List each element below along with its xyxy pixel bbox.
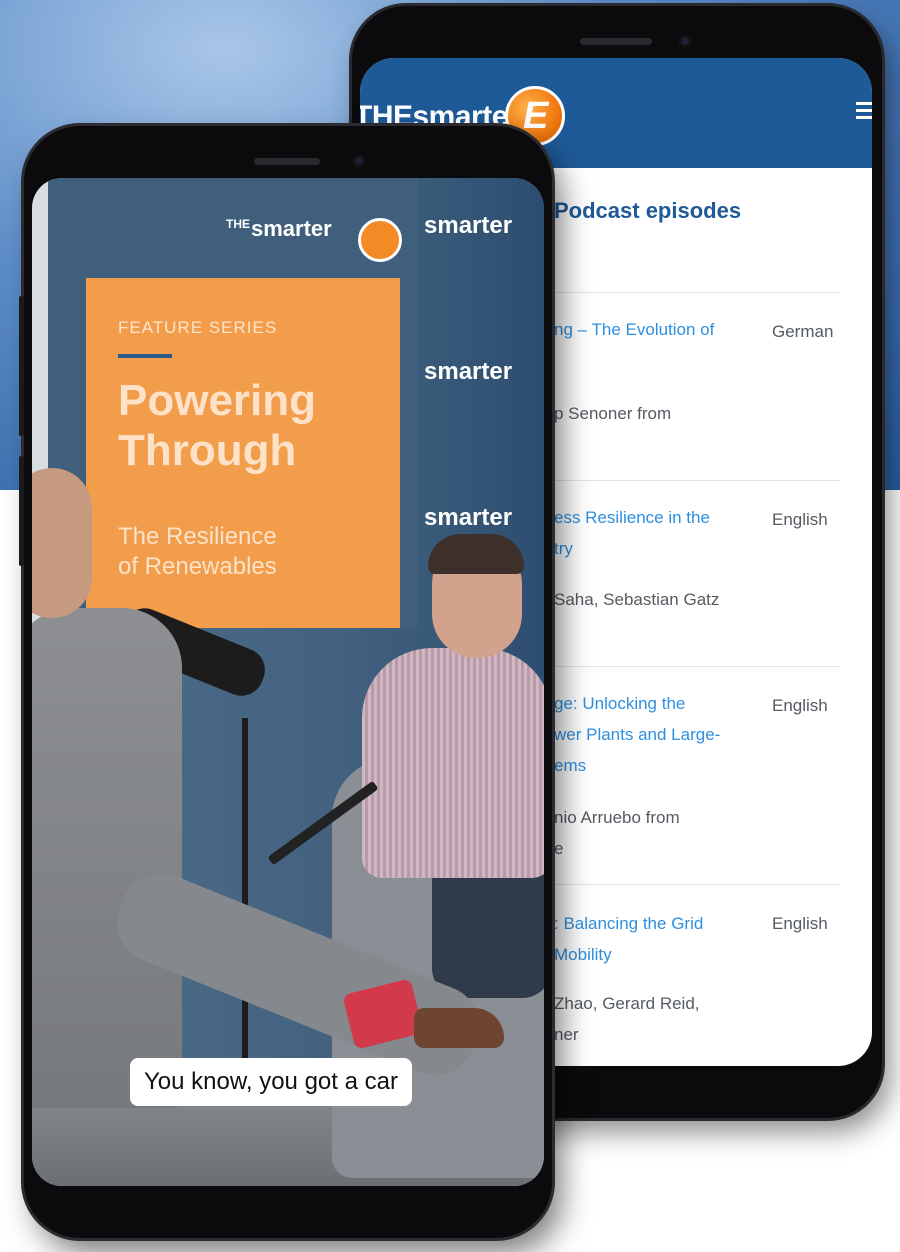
banner-logo-word: smarter (251, 216, 332, 241)
speaker-grille (580, 38, 652, 45)
episode-guests: p Senoner from (554, 398, 754, 429)
episode-guests-line: ner (554, 1025, 579, 1044)
headline-line: Through (118, 426, 297, 475)
episode-guests-line: Zhao, Gerard Reid, (554, 994, 700, 1013)
episode-title-link[interactable]: ng – The Evolution of (554, 314, 754, 345)
guest-shirt (362, 648, 544, 878)
episode-language: English (772, 696, 828, 715)
episode-title-link[interactable]: ge: Unlocking the wer Plants and Large- … (554, 688, 754, 781)
side-button (19, 296, 24, 436)
feature-label: FEATURE SERIES (118, 318, 278, 337)
episode-language: German (772, 322, 834, 341)
episode-title-line: wer Plants and Large- (554, 725, 721, 744)
video-caption: You know, you got a car (130, 1058, 412, 1106)
subline-line: of Renewables (118, 553, 277, 580)
wall-logo: smarter (424, 504, 513, 531)
divider (540, 480, 840, 481)
podcast-banner: THEsmarter FEATURE SERIES Powering Throu… (48, 178, 418, 628)
speaker-grille (254, 158, 320, 165)
section-title: Podcast episodes (554, 198, 742, 223)
episode-title-line: ge: Unlocking the (554, 694, 686, 713)
divider (540, 666, 840, 667)
feature-rule (118, 354, 172, 358)
camera-icon (352, 154, 366, 168)
shoe (414, 1008, 504, 1048)
subline: The Resilience of Renewables (118, 522, 277, 582)
video-screen[interactable]: smarter smarter smarter THEsmarter FEATU… (32, 178, 544, 1186)
phone-front: smarter smarter smarter THEsmarter FEATU… (19, 126, 552, 1238)
divider (540, 292, 840, 293)
episode-guests: nio Arruebo from e (554, 802, 754, 864)
headline: Powering Through (118, 376, 316, 476)
episode-title-line: : Balancing the Grid (554, 914, 704, 933)
episode-title-link[interactable]: ess Resilience in the try (554, 502, 754, 564)
episode-language: English (772, 914, 828, 933)
divider (540, 884, 840, 885)
wall-logo: smarter (424, 212, 513, 239)
banner-logo: THEsmarter (226, 216, 332, 242)
episode-guests-line: Saha, Sebastian Gatz (554, 590, 720, 609)
headline-line: Powering (118, 376, 317, 425)
episode-guests: Saha, Sebastian Gatz (554, 584, 754, 615)
camera-icon (678, 34, 692, 48)
site-logo-letter: E (523, 95, 549, 137)
episode-title-line: try (554, 539, 573, 558)
episode-title-line: ess Resilience in the (554, 508, 710, 527)
episode-guests-line: e (554, 839, 564, 858)
episode-title-line: ng – The Evolution of (554, 320, 715, 339)
episode-language: English (772, 510, 828, 529)
episode-title-link[interactable]: : Balancing the Grid Mobility (554, 908, 754, 970)
banner-logo-prefix: THE (226, 217, 250, 231)
guest-hair (428, 534, 524, 574)
episode-guests-line: nio Arruebo from (554, 808, 680, 827)
episode-guests-line: p Senoner from (554, 404, 672, 423)
banner-logo-icon (358, 218, 402, 262)
host-head (32, 468, 92, 618)
episode-title-line: Mobility (554, 945, 612, 964)
host-suit (32, 608, 182, 1108)
menu-icon[interactable] (856, 102, 872, 122)
episode-guests: Zhao, Gerard Reid, ner (554, 988, 754, 1050)
wall-logo: smarter (424, 358, 513, 385)
subline-line: The Resilience (118, 523, 277, 550)
episode-title-line: ems (554, 756, 587, 775)
side-button (19, 456, 24, 566)
